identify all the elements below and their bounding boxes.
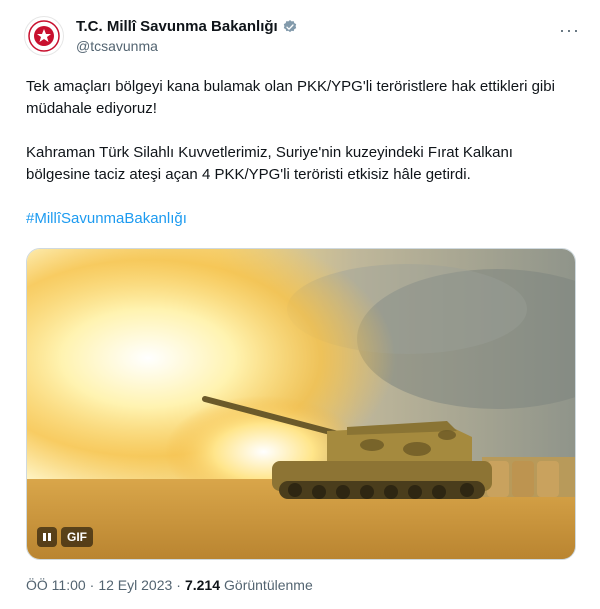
tweet-card: T.C. Millî Savunma Bakanlığı @tcsavunma … bbox=[0, 0, 600, 609]
avatar[interactable] bbox=[24, 16, 64, 56]
tweet-header: T.C. Millî Savunma Bakanlığı @tcsavunma … bbox=[24, 12, 580, 60]
gif-badge: GIF bbox=[61, 527, 93, 547]
mod-emblem-icon bbox=[28, 20, 60, 52]
tweet-paragraph-1: Tek amaçları bölgeyi kana bulamak olan P… bbox=[26, 78, 555, 117]
view-count-label: Görüntülenme bbox=[224, 577, 313, 593]
view-count: 7.214 bbox=[184, 577, 221, 593]
media-gif[interactable]: GIF bbox=[26, 248, 576, 560]
account-handle[interactable]: @tcsavunma bbox=[76, 38, 298, 54]
tweet-date[interactable]: 12 Eyl 2023 bbox=[98, 577, 172, 593]
artillery-firing-image bbox=[27, 249, 575, 559]
verified-badge-icon bbox=[283, 19, 296, 32]
meta-separator: · bbox=[176, 577, 181, 593]
more-options-icon[interactable]: ··· bbox=[559, 20, 580, 41]
pause-icon[interactable] bbox=[37, 527, 57, 547]
meta-separator: · bbox=[89, 577, 95, 593]
tweet-paragraph-2: Kahraman Türk Silahlı Kuvvetlerimiz, Sur… bbox=[26, 144, 513, 183]
display-name[interactable]: T.C. Millî Savunma Bakanlığı bbox=[76, 18, 278, 35]
tweet-text: Tek amaçları bölgeyi kana bulamak olan P… bbox=[26, 76, 571, 230]
hashtag-link[interactable]: #MillîSavunmaBakanlığı bbox=[26, 208, 571, 230]
tweet-meta: ÖÖ 11:00 · 12 Eyl 2023 · 7.214 Görüntüle… bbox=[26, 577, 313, 593]
gif-controls: GIF bbox=[37, 527, 93, 547]
account-names: T.C. Millî Savunma Bakanlığı @tcsavunma bbox=[76, 18, 298, 54]
tweet-time[interactable]: ÖÖ 11:00 bbox=[26, 577, 86, 593]
